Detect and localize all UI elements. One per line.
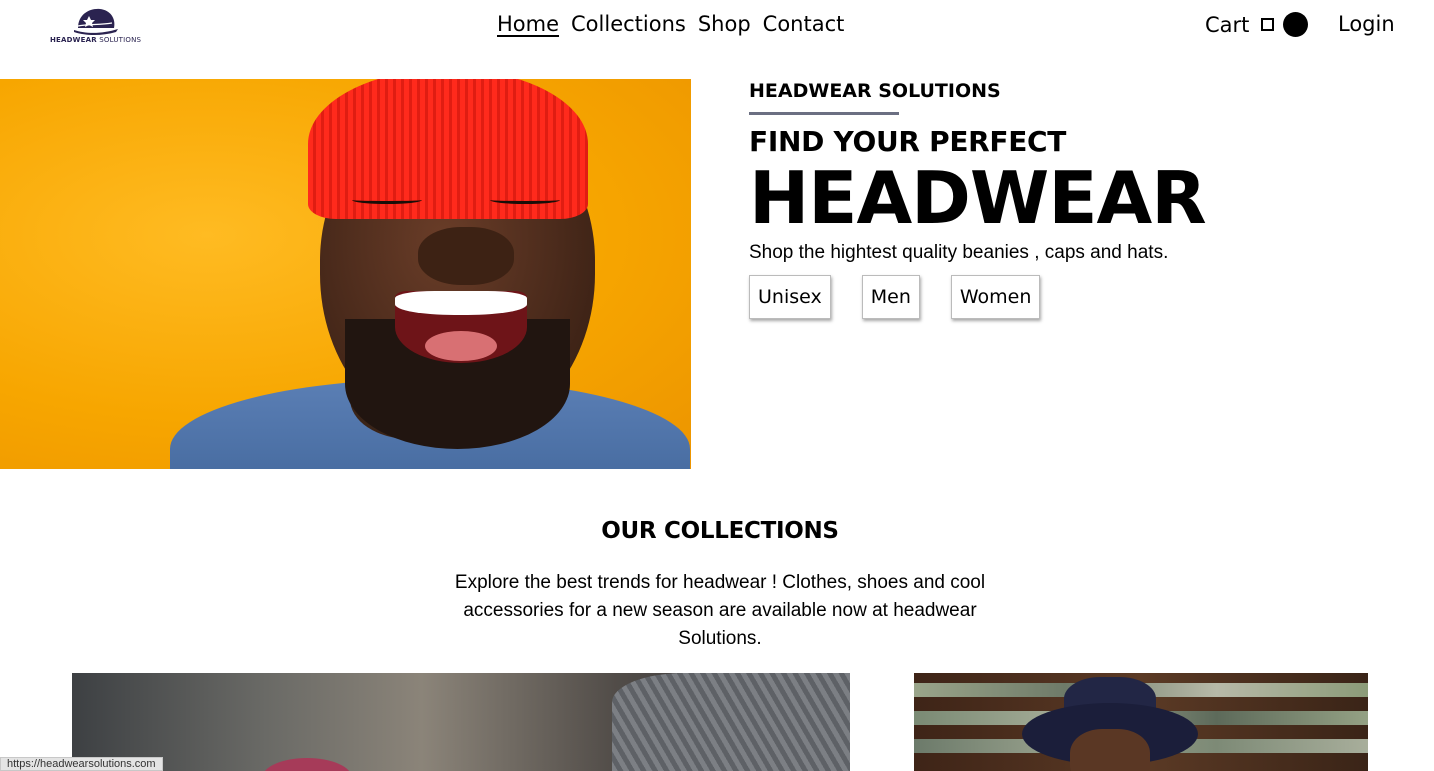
nav-collections[interactable]: Collections — [571, 12, 686, 36]
hero-kicker: FIND YOUR PERFECT — [749, 125, 1067, 158]
model-face — [1070, 729, 1150, 771]
cart-label: Cart — [1205, 12, 1250, 37]
hero-headline: HEADWEAR — [749, 156, 1207, 240]
login-link[interactable]: Login — [1338, 12, 1395, 36]
hero-filters: Unisex Men Women — [749, 275, 1389, 319]
collection-card-beanies[interactable] — [72, 673, 850, 771]
cart-button[interactable]: Cart — [1205, 12, 1309, 37]
hero-teeth — [395, 291, 527, 315]
collection-card-hats[interactable] — [914, 673, 1368, 771]
logo-text: HEADWEAR SOLUTIONS — [50, 36, 142, 44]
pink-beanie-image — [262, 758, 352, 771]
main-nav: Home Collections Shop Contact — [497, 12, 844, 36]
nav-home[interactable]: Home — [497, 12, 559, 36]
site-header: HEADWEAR SOLUTIONS Home Collections Shop… — [0, 0, 1434, 60]
nav-contact[interactable]: Contact — [763, 12, 845, 36]
collections-title: OUR COLLECTIONS — [601, 518, 839, 544]
hero-tongue — [425, 331, 497, 361]
hero-eye-left — [352, 196, 422, 204]
hero-nose — [418, 227, 514, 285]
hero-divider — [749, 112, 899, 115]
filter-men-button[interactable]: Men — [861, 275, 920, 319]
knit-beanie-image — [612, 673, 850, 771]
hero-mouth — [395, 291, 527, 363]
cart-count-dot-icon — [1283, 12, 1309, 37]
site-logo[interactable]: HEADWEAR SOLUTIONS — [48, 6, 144, 48]
hero-image — [0, 79, 691, 469]
hero-text: HEADWEAR SOLUTIONS FIND YOUR PERFECT HEA… — [749, 80, 1389, 319]
hero-tagline: Shop the hightest quality beanies , caps… — [749, 242, 1169, 263]
status-bar-url: https://headwearsolutions.com — [0, 757, 163, 771]
filter-unisex-button[interactable]: Unisex — [749, 275, 831, 319]
cart-icon — [1261, 18, 1275, 31]
hero-eye-right — [490, 196, 560, 204]
nav-shop[interactable]: Shop — [698, 12, 751, 36]
collections-description: Explore the best trends for headwear ! C… — [454, 572, 986, 649]
cap-logo-icon — [74, 8, 118, 35]
filter-women-button[interactable]: Women — [950, 275, 1041, 319]
hero-brand: HEADWEAR SOLUTIONS — [749, 80, 1001, 102]
